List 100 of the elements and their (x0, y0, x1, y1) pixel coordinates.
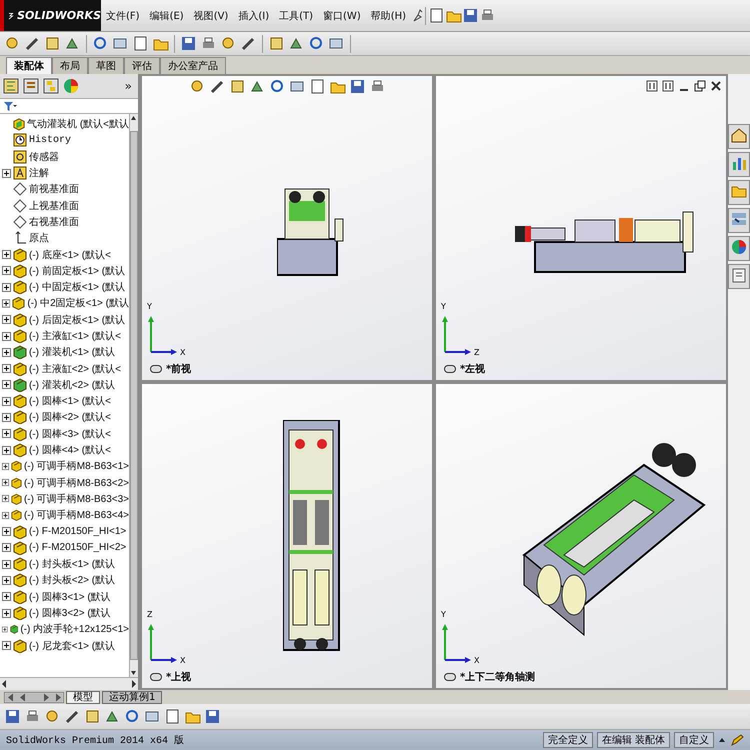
expand-icon[interactable] (2, 429, 11, 438)
command-tab[interactable]: 草图 (88, 57, 124, 74)
expand-icon[interactable] (2, 624, 8, 634)
tab-navigation-icon[interactable] (4, 692, 64, 702)
tree-item[interactable]: (-) 圆棒<2> (默认< (29, 410, 111, 424)
menu-item[interactable]: 工具(T) (274, 8, 318, 22)
tree-item[interactable]: 原点 (29, 231, 49, 246)
menu-item[interactable]: 插入(I) (233, 8, 274, 22)
menu-item[interactable]: 窗口(W) (318, 8, 366, 22)
list-icon[interactable] (730, 210, 748, 228)
expand-icon[interactable] (2, 592, 11, 602)
restore-icon[interactable] (694, 80, 706, 92)
tree-item[interactable]: (-) 封头板<2> (默认 (29, 573, 116, 588)
pin-icon[interactable] (411, 8, 424, 24)
expand-icon[interactable] (2, 494, 10, 504)
tree-item[interactable]: 传感器 (29, 150, 59, 164)
expand-icon[interactable] (2, 478, 10, 488)
tree-item[interactable]: 上视基准面 (29, 198, 79, 213)
tree-item[interactable]: (-) 封头板<1> (默认 (29, 557, 116, 572)
appearance-icon[interactable] (62, 77, 80, 95)
menu-item[interactable]: 帮助(H) (366, 8, 412, 22)
save-icon[interactable] (462, 7, 480, 24)
part-icon[interactable] (44, 35, 61, 52)
tree-item[interactable]: (-) 圆棒3<1> (默认 (29, 590, 111, 604)
tree-item[interactable]: (-) 中固定板<1> (默认 (29, 280, 126, 294)
scroll-left-icon[interactable] (0, 679, 8, 689)
property-icon[interactable] (22, 77, 40, 95)
expand-icon[interactable] (2, 266, 11, 276)
command-tab[interactable]: 装配体 (6, 57, 52, 74)
save-icon[interactable] (204, 708, 221, 725)
pencil-icon[interactable] (730, 733, 744, 747)
tree-item[interactable]: (-) 灌装机<2> (默认 (29, 378, 116, 392)
tree-item[interactable]: (-) 圆棒<1> (默认< (29, 394, 111, 408)
expand-icon[interactable] (2, 168, 11, 178)
tree-item[interactable]: (-) 内波手轮+12x125<1> (20, 622, 129, 636)
expand-icon[interactable] (2, 560, 11, 569)
expand-icon[interactable] (2, 543, 11, 552)
document-icon[interactable] (132, 35, 149, 52)
expand-icon[interactable] (2, 348, 11, 357)
solidworks-logo[interactable]: SOLIDWORKS (0, 0, 101, 31)
tree-item[interactable]: (-) 后固定板<1> (默认 (29, 312, 126, 327)
tree-item[interactable]: 右视基准面 (29, 214, 79, 229)
save-icon[interactable] (348, 78, 366, 94)
command-tab[interactable]: 布局 (52, 57, 88, 74)
expand-icon[interactable] (2, 412, 11, 422)
command-tab[interactable]: 办公室产品 (160, 57, 226, 74)
vertical-scrollbar[interactable] (129, 114, 138, 677)
expand-icon[interactable] (2, 332, 11, 340)
expand-icon[interactable] (2, 446, 11, 455)
menu-item[interactable]: 文件(F) (101, 8, 145, 22)
tree-item[interactable]: 前视基准面 (29, 182, 79, 196)
scroll-up-icon[interactable] (130, 114, 137, 121)
tree-item[interactable]: (-) 圆棒<3> (默认< (29, 426, 111, 441)
document-icon[interactable] (164, 708, 181, 725)
link-icon[interactable] (150, 673, 162, 681)
expand-icon[interactable] (2, 298, 10, 308)
document-icon[interactable] (428, 7, 446, 24)
part-icon[interactable] (84, 708, 101, 725)
expand-icon[interactable] (2, 576, 11, 585)
close-icon[interactable] (710, 80, 722, 92)
up-arrow-icon[interactable] (718, 736, 726, 744)
home-icon[interactable] (730, 126, 748, 144)
menu-item[interactable]: 编辑(E) (144, 8, 189, 22)
configuration-icon[interactable] (42, 77, 60, 95)
tile-horizontal-icon[interactable] (646, 80, 658, 92)
tree-item[interactable]: History (29, 134, 72, 146)
menu-item[interactable]: 视图(V) (188, 8, 234, 22)
tree-item[interactable]: 注解 (29, 166, 49, 180)
expand-icon[interactable] (2, 462, 10, 471)
expand-icon[interactable] (2, 364, 11, 374)
tree-item[interactable]: (-) 可调手柄M8-B63<4> (24, 508, 129, 522)
expand-icon[interactable] (2, 250, 11, 260)
tree-item[interactable]: (-) 圆棒<4> (默认< (29, 443, 111, 458)
bottom-tab[interactable]: 运动算例1 (102, 690, 162, 704)
tree-item[interactable]: (-) F-M20150F_HI<1> (29, 526, 126, 538)
expand-icon[interactable] (2, 608, 11, 618)
bottom-tab[interactable]: 模型 (66, 690, 100, 704)
tree-item[interactable]: (-) 主液缸<1> (默认< (29, 329, 121, 343)
horizontal-scrollbar[interactable] (0, 677, 138, 690)
expand-icon[interactable] (2, 380, 11, 390)
link-icon[interactable] (150, 365, 162, 373)
tree-item[interactable]: (-) 前固定板<1> (默认 (29, 264, 126, 278)
tree-item[interactable]: (-) 底座<1> (默认< (29, 248, 111, 262)
scroll-right-icon[interactable] (130, 679, 138, 689)
document-icon[interactable] (308, 78, 326, 94)
part-icon[interactable] (268, 35, 285, 52)
save-icon[interactable] (4, 708, 21, 725)
save-icon[interactable] (180, 35, 197, 52)
part-icon[interactable] (228, 78, 246, 94)
expand-icon[interactable] (2, 510, 10, 520)
tree-item[interactable]: 气动灌装机 (默认<默认 (27, 117, 129, 132)
tile-vertical-icon[interactable] (662, 80, 674, 92)
expand-icon[interactable] (2, 641, 11, 650)
tree-item[interactable]: (-) 圆棒3<2> (默认 (29, 606, 111, 620)
link-icon[interactable] (444, 673, 456, 681)
expand-icon[interactable] (2, 396, 11, 406)
tree-icon[interactable] (2, 77, 20, 95)
tree-item[interactable]: (-) 中2固定板<1> (默认 (27, 296, 129, 310)
filter-icon[interactable] (3, 100, 17, 112)
expand-button[interactable]: » (120, 79, 136, 93)
